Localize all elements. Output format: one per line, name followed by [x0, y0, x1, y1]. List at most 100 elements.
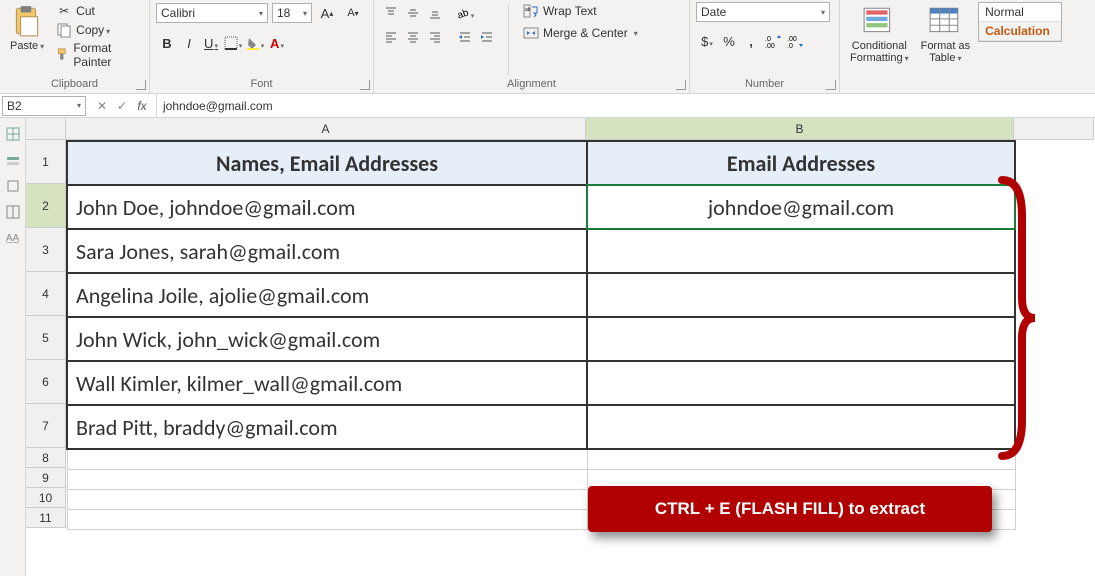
- enter-formula-button[interactable]: ✓: [112, 96, 132, 116]
- cell-A6[interactable]: Wall Kimler, kilmer_wall@gmail.com: [67, 361, 587, 405]
- cell-A7[interactable]: Brad Pitt, braddy@gmail.com: [67, 405, 587, 449]
- paste-icon: [10, 4, 44, 38]
- cell-A2[interactable]: John Doe, johndoe@gmail.com: [67, 185, 587, 229]
- font-size-select[interactable]: 18▾: [272, 3, 312, 23]
- percent-button[interactable]: %: [718, 30, 740, 52]
- corner-expand-icon[interactable]: [826, 80, 836, 90]
- cell-A3[interactable]: Sara Jones, sarah@gmail.com: [67, 229, 587, 273]
- cell-A4[interactable]: Angelina Joile, ajolie@gmail.com: [67, 273, 587, 317]
- insert-function-button[interactable]: fx: [132, 96, 152, 116]
- cell-styles-gallery[interactable]: Normal Calculation: [978, 2, 1062, 42]
- svg-text:ab: ab: [456, 7, 470, 20]
- paste-button[interactable]: Paste: [6, 2, 48, 54]
- style-normal[interactable]: Normal: [979, 3, 1061, 22]
- sheet-table: Names, Email Addresses Email Addresses J…: [66, 140, 1016, 530]
- row-header-11[interactable]: 11: [26, 508, 66, 528]
- borders-button[interactable]: [222, 32, 244, 54]
- group-number: Date▾ $ % , .0.00 .00.0 Number: [690, 0, 840, 93]
- gutter-find-icon[interactable]: A̲A̲: [5, 230, 21, 246]
- row-header-6[interactable]: 6: [26, 360, 66, 404]
- cell-A5[interactable]: John Wick, john_wick@gmail.com: [67, 317, 587, 361]
- cut-button[interactable]: ✂ Cut: [52, 2, 143, 20]
- cell-B6[interactable]: [587, 361, 1015, 405]
- increase-decimal-button[interactable]: .0.00: [762, 30, 784, 52]
- row-header-8[interactable]: 8: [26, 448, 66, 468]
- svg-text:ab: ab: [525, 7, 531, 13]
- ribbon: Paste ✂ Cut Copy Format Painter: [0, 0, 1095, 94]
- align-right-button[interactable]: [424, 26, 446, 48]
- corner-expand-icon[interactable]: [360, 80, 370, 90]
- font-name-value: Calibri: [161, 6, 195, 20]
- cell-A8[interactable]: [67, 449, 587, 469]
- column-header-B[interactable]: B: [586, 118, 1014, 140]
- cell-A1[interactable]: Names, Email Addresses: [67, 141, 587, 185]
- cell-B2[interactable]: johndoe@gmail.com: [587, 185, 1015, 229]
- corner-expand-icon[interactable]: [676, 80, 686, 90]
- gutter-grid-icon[interactable]: [5, 126, 21, 142]
- fill-color-button[interactable]: [244, 32, 266, 54]
- row-header-1[interactable]: 1: [26, 140, 66, 184]
- wrap-text-button[interactable]: ab Wrap Text: [519, 2, 642, 20]
- gutter-row-icon[interactable]: [5, 152, 21, 168]
- flash-fill-callout: CTRL + E (FLASH FILL) to extract: [588, 486, 992, 532]
- formula-bar-value: johndoe@gmail.com: [163, 99, 273, 113]
- cell-B7[interactable]: [587, 405, 1015, 449]
- format-as-table-button[interactable]: Format as Table: [917, 2, 975, 66]
- align-center-button[interactable]: [402, 26, 424, 48]
- conditional-formatting-button[interactable]: Conditional Formatting: [846, 2, 913, 66]
- cell-B1[interactable]: Email Addresses: [587, 141, 1015, 185]
- style-calculation[interactable]: Calculation: [979, 22, 1061, 41]
- increase-indent-button[interactable]: [476, 26, 498, 48]
- comma-button[interactable]: ,: [740, 30, 762, 52]
- gutter-pin-icon[interactable]: [5, 204, 21, 220]
- bold-button[interactable]: B: [156, 32, 178, 54]
- accounting-button[interactable]: $: [696, 30, 718, 52]
- cell-B4[interactable]: [587, 273, 1015, 317]
- decrease-decimal-button[interactable]: .00.0: [784, 30, 806, 52]
- cell-B5[interactable]: [587, 317, 1015, 361]
- svg-text:.00: .00: [765, 43, 775, 48]
- formula-bar-row: B2 ▾ ✕ ✓ fx johndoe@gmail.com: [0, 94, 1095, 118]
- format-painter-label: Format Painter: [73, 41, 139, 69]
- decrease-indent-button[interactable]: [454, 26, 476, 48]
- row-header-3[interactable]: 3: [26, 228, 66, 272]
- increase-font-button[interactable]: A▴: [316, 2, 338, 24]
- orientation-button[interactable]: ab: [454, 2, 476, 24]
- row-header-7[interactable]: 7: [26, 404, 66, 448]
- font-name-select[interactable]: Calibri▾: [156, 3, 268, 23]
- name-box[interactable]: B2 ▾: [2, 96, 86, 116]
- italic-button[interactable]: I: [178, 32, 200, 54]
- cell-B8[interactable]: [587, 449, 1015, 469]
- row-header-5[interactable]: 5: [26, 316, 66, 360]
- column-header-A[interactable]: A: [66, 118, 586, 140]
- cell-B3[interactable]: [587, 229, 1015, 273]
- row-header-9[interactable]: 9: [26, 468, 66, 488]
- decrease-font-button[interactable]: A▾: [342, 2, 364, 24]
- merge-label: Merge & Center: [543, 26, 628, 40]
- format-painter-button[interactable]: Format Painter: [52, 40, 143, 70]
- column-header-next[interactable]: [1014, 118, 1094, 140]
- number-format-select[interactable]: Date▾: [696, 2, 830, 22]
- wrap-text-label: Wrap Text: [543, 4, 597, 18]
- cell-A9[interactable]: [67, 469, 587, 489]
- gutter-box-icon[interactable]: [5, 178, 21, 194]
- cell-A10[interactable]: [67, 489, 587, 509]
- align-left-button[interactable]: [380, 26, 402, 48]
- underline-button[interactable]: U: [200, 32, 222, 54]
- cancel-formula-button[interactable]: ✕: [92, 96, 112, 116]
- formula-bar[interactable]: johndoe@gmail.com: [156, 94, 1095, 117]
- cell-A11[interactable]: [67, 509, 587, 529]
- merge-center-button[interactable]: Merge & Center: [519, 24, 642, 42]
- row-header-10[interactable]: 10: [26, 488, 66, 508]
- corner-expand-icon[interactable]: [136, 80, 146, 90]
- align-bottom-button[interactable]: [424, 2, 446, 24]
- align-top-button[interactable]: [380, 2, 402, 24]
- row-header-4[interactable]: 4: [26, 272, 66, 316]
- align-middle-button[interactable]: [402, 2, 424, 24]
- name-box-value: B2: [7, 99, 22, 113]
- copy-button[interactable]: Copy: [52, 21, 143, 39]
- row-header-2[interactable]: 2: [26, 184, 66, 228]
- font-color-button[interactable]: A: [266, 32, 288, 54]
- select-all-corner[interactable]: [26, 118, 66, 140]
- scissors-icon: ✂: [56, 3, 72, 19]
